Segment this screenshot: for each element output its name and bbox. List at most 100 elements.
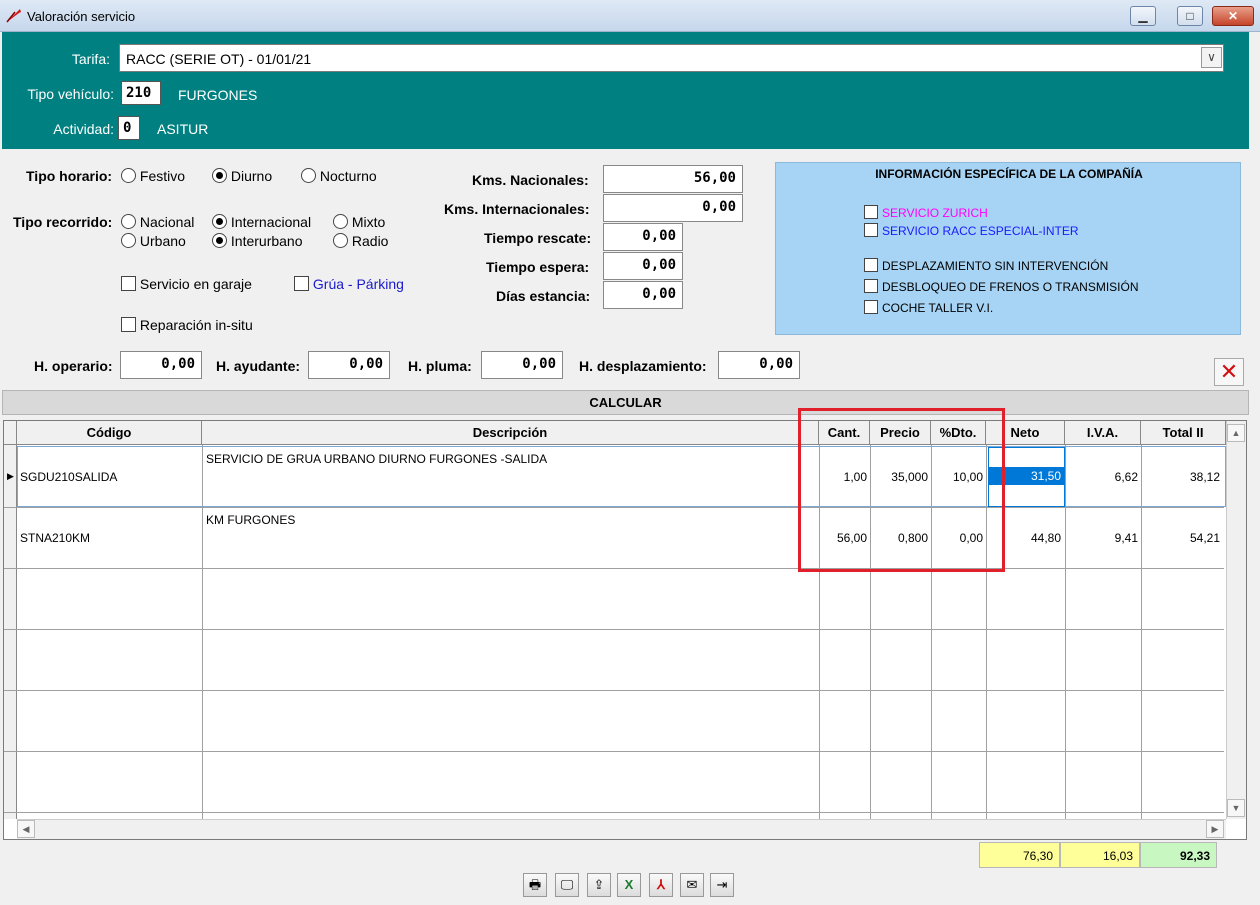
kms-nacionales-label: Kms. Nacionales: — [472, 172, 589, 188]
company-panel-title: INFORMACIÓN ESPECÍFICA DE LA COMPAÑÍA — [875, 167, 1143, 181]
desbloqueo-checkbox[interactable]: DESBLOQUEO DE FRENOS O TRANSMISIÓN — [864, 279, 1139, 294]
col-total[interactable]: Total II — [1141, 421, 1226, 445]
h-pluma-input[interactable]: 0,00 — [481, 351, 563, 379]
radio-radio[interactable]: Radio — [333, 233, 388, 249]
export-icon[interactable]: ⇪ — [587, 873, 611, 897]
dias-estancia-label: Días estancia: — [496, 288, 591, 304]
preview-icon[interactable]: 🖵 — [555, 873, 579, 897]
row2-iva: 9,41 — [1114, 531, 1138, 545]
pdf-icon[interactable]: ⅄ — [649, 873, 673, 897]
chevron-down-icon[interactable]: ∨ — [1201, 47, 1222, 68]
row-selector-column — [4, 445, 17, 819]
radio-nacional[interactable]: Nacional — [121, 214, 194, 230]
row2-neto: 44,80 — [1030, 531, 1061, 545]
tarifa-value: RACC (SERIE OT) - 01/01/21 — [126, 51, 312, 67]
dias-estancia-input[interactable]: 0,00 — [603, 281, 683, 309]
row1-dto: 10,00 — [952, 470, 983, 484]
radio-nocturno[interactable]: Nocturno — [301, 168, 377, 184]
excel-icon[interactable]: X — [617, 873, 641, 897]
row2-descripcion: KM FURGONES — [206, 513, 296, 527]
desplazamiento-checkbox[interactable]: DESPLAZAMIENTO SIN INTERVENCIÓN — [864, 258, 1108, 273]
delete-icon[interactable]: ✕ — [1214, 358, 1244, 386]
row1-neto[interactable]: 31,50 — [988, 467, 1064, 485]
horizontal-scrollbar[interactable]: ◀ ▶ — [17, 819, 1226, 839]
company-info-panel: INFORMACIÓN ESPECÍFICA DE LA COMPAÑÍA SE… — [775, 162, 1241, 335]
row1-cant: 1,00 — [843, 470, 867, 484]
tarifa-label: Tarifa: — [71, 51, 110, 67]
servicio-garaje-checkbox[interactable]: Servicio en garaje — [121, 276, 252, 292]
row1-precio: 35,000 — [891, 470, 928, 484]
tiempo-rescate-label: Tiempo rescate: — [484, 230, 592, 246]
col-cant[interactable]: Cant. — [819, 421, 870, 445]
printer-icon[interactable]: 🖶 — [523, 873, 547, 897]
h-ayudante-input[interactable]: 0,00 — [308, 351, 390, 379]
actividad-label: Actividad: — [53, 121, 114, 137]
row1-total: 38,12 — [1189, 470, 1220, 484]
close-button[interactable]: ✕ — [1212, 6, 1254, 26]
exit-icon[interactable]: ⇥ — [710, 873, 734, 897]
tiempo-rescate-input[interactable]: 0,00 — [603, 223, 683, 251]
col-codigo[interactable]: Código — [17, 421, 202, 445]
col-precio[interactable]: Precio — [870, 421, 931, 445]
scroll-left-icon[interactable]: ◀ — [17, 820, 35, 838]
row1-descripcion: SERVICIO DE GRUA URBANO DIURNO FURGONES … — [206, 452, 548, 466]
current-row-icon: ▶ — [7, 471, 14, 481]
tarifa-select[interactable]: RACC (SERIE OT) - 01/01/21 — [119, 44, 1224, 72]
row1-iva: 6,62 — [1114, 470, 1138, 484]
radio-festivo[interactable]: Festivo — [121, 168, 185, 184]
title-bar: Valoración servicio ▁ □ ✕ — [0, 0, 1260, 32]
scroll-right-icon[interactable]: ▶ — [1206, 820, 1224, 838]
tipo-vehiculo-name: FURGONES — [178, 87, 258, 103]
calcular-button[interactable]: CALCULAR — [2, 390, 1249, 415]
radio-interurbano[interactable]: Interurbano — [212, 233, 303, 249]
col-descripcion[interactable]: Descripción — [202, 421, 819, 445]
h-pluma-label: H. pluma: — [408, 358, 472, 374]
grua-parking-checkbox[interactable]: Grúa - Párking — [294, 276, 404, 292]
row1-codigo: SGDU210SALIDA — [20, 470, 118, 484]
total-iva: 16,03 — [1060, 842, 1140, 868]
app-icon — [6, 9, 21, 23]
tiempo-espera-input[interactable]: 0,00 — [603, 252, 683, 280]
h-desplazamiento-label: H. desplazamiento: — [579, 358, 707, 374]
h-desplazamiento-input[interactable]: 0,00 — [718, 351, 800, 379]
radio-mixto[interactable]: Mixto — [333, 214, 385, 230]
h-operario-input[interactable]: 0,00 — [120, 351, 202, 379]
scroll-down-icon[interactable]: ▼ — [1227, 799, 1245, 817]
servicio-racc-checkbox[interactable]: SERVICIO RACC ESPECIAL-INTER — [864, 223, 1079, 238]
col-iva[interactable]: I.V.A. — [1065, 421, 1141, 445]
row2-precio: 0,800 — [897, 531, 928, 545]
radio-internacional[interactable]: Internacional — [212, 214, 311, 230]
total-general: 92,33 — [1140, 842, 1217, 868]
reparacion-insitu-checkbox[interactable]: Reparación in-situ — [121, 317, 253, 333]
services-grid: Código Descripción Cant. Precio %Dto. Ne… — [3, 420, 1247, 840]
col-neto[interactable]: Neto — [986, 421, 1065, 445]
actividad-input[interactable]: 0 — [118, 116, 140, 140]
grid-corner — [4, 421, 17, 445]
window-title: Valoración servicio — [27, 9, 136, 24]
row2-codigo: STNA210KM — [20, 531, 91, 545]
actividad-name: ASITUR — [157, 121, 209, 137]
coche-taller-checkbox[interactable]: COCHE TALLER V.I. — [864, 300, 993, 315]
kms-nacionales-input[interactable]: 56,00 — [603, 165, 743, 193]
row2-total: 54,21 — [1189, 531, 1220, 545]
tiempo-espera-label: Tiempo espera: — [486, 259, 590, 275]
scroll-up-icon[interactable]: ▲ — [1227, 424, 1245, 442]
tipo-horario-label: Tipo horario: — [26, 168, 113, 184]
total-neto: 76,30 — [979, 842, 1060, 868]
vertical-scrollbar[interactable]: ▲ ▼ — [1226, 421, 1246, 819]
maximize-button[interactable]: □ — [1177, 6, 1203, 26]
servicio-zurich-checkbox[interactable]: SERVICIO ZURICH — [864, 205, 988, 220]
tipo-recorrido-label: Tipo recorrido: — [13, 214, 113, 230]
h-ayudante-label: H. ayudante: — [216, 358, 301, 374]
kms-internacionales-label: Kms. Internacionales: — [444, 201, 590, 217]
radio-diurno[interactable]: Diurno — [212, 168, 272, 184]
col-dto[interactable]: %Dto. — [931, 421, 986, 445]
email-icon[interactable]: ✉ — [680, 873, 704, 897]
tipo-vehiculo-label: Tipo vehículo: — [27, 86, 114, 102]
minimize-button[interactable]: ▁ — [1130, 6, 1156, 26]
tipo-vehiculo-input[interactable]: 210 — [121, 81, 161, 105]
row2-dto: 0,00 — [959, 531, 983, 545]
radio-urbano[interactable]: Urbano — [121, 233, 186, 249]
kms-internacionales-input[interactable]: 0,00 — [603, 194, 743, 222]
row2-cant: 56,00 — [836, 531, 867, 545]
